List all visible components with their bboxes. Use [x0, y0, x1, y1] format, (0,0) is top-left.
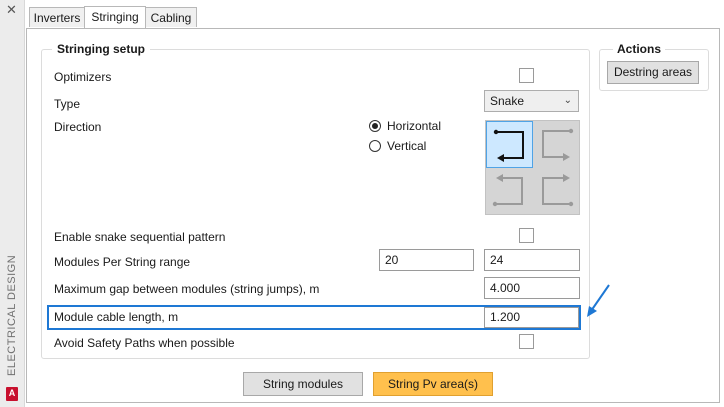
- max-gap-input[interactable]: 4.000: [484, 277, 580, 299]
- tab-inverters[interactable]: Inverters: [29, 7, 85, 27]
- pattern-top-right-cell[interactable]: [533, 121, 580, 168]
- app-logo-icon: A: [6, 387, 18, 401]
- avoid-safety-paths-label: Avoid Safety Paths when possible: [54, 336, 235, 350]
- actions-title: Actions: [613, 42, 666, 56]
- horizontal-radio-label[interactable]: Horizontal: [387, 119, 441, 133]
- stringing-setup-title: Stringing setup: [52, 42, 150, 56]
- vertical-radio-label[interactable]: Vertical: [387, 139, 426, 153]
- type-label: Type: [54, 97, 81, 111]
- side-panel: ✕ ELECTRICAL DESIGN A: [0, 0, 25, 407]
- snake-pattern-icon: [542, 174, 574, 207]
- pattern-bottom-left-cell[interactable]: [486, 168, 533, 215]
- modules-per-string-max-input[interactable]: 24: [484, 249, 580, 271]
- close-icon[interactable]: ✕: [6, 2, 17, 18]
- radio-selected-dot: [372, 123, 378, 129]
- panel-vertical-title: ELECTRICAL DESIGN: [6, 254, 18, 376]
- avoid-safety-paths-checkbox[interactable]: [519, 334, 534, 349]
- type-select-value: Snake: [490, 94, 525, 108]
- destring-areas-button[interactable]: Destring areas: [607, 61, 699, 84]
- modules-per-string-label: Modules Per String range: [54, 255, 191, 269]
- snake-pattern-icon: [493, 129, 524, 162]
- direction-label: Direction: [54, 120, 102, 134]
- module-cable-length-label: Module cable length, m: [54, 310, 179, 324]
- modules-per-string-min-input[interactable]: 20: [379, 249, 474, 271]
- module-cable-length-input[interactable]: 1.200: [484, 307, 579, 328]
- vertical-radio[interactable]: [369, 140, 381, 152]
- snake-pattern-icon: [492, 174, 523, 207]
- max-gap-label: Maximum gap between modules (string jump…: [54, 282, 320, 296]
- pattern-bottom-right-cell[interactable]: [533, 168, 580, 215]
- tab-stringing[interactable]: Stringing: [84, 6, 146, 28]
- direction-pattern-grid: [485, 120, 580, 215]
- optimizers-label: Optimizers: [54, 70, 112, 84]
- snake-sequential-checkbox[interactable]: [519, 228, 534, 243]
- snake-pattern-icon: [542, 128, 574, 161]
- horizontal-radio[interactable]: [369, 120, 381, 132]
- tab-cabling[interactable]: Cabling: [145, 7, 197, 27]
- type-select[interactable]: Snake ⌄: [484, 90, 579, 112]
- string-pv-areas-button[interactable]: String Pv area(s): [373, 372, 493, 396]
- chevron-down-icon: ⌄: [563, 95, 572, 106]
- string-modules-button[interactable]: String modules: [243, 372, 363, 396]
- snake-sequential-label: Enable snake sequential pattern: [54, 230, 226, 244]
- optimizers-checkbox[interactable]: [519, 68, 534, 83]
- annotation-arrow-icon: [587, 284, 610, 317]
- pattern-top-left-cell[interactable]: [486, 121, 533, 168]
